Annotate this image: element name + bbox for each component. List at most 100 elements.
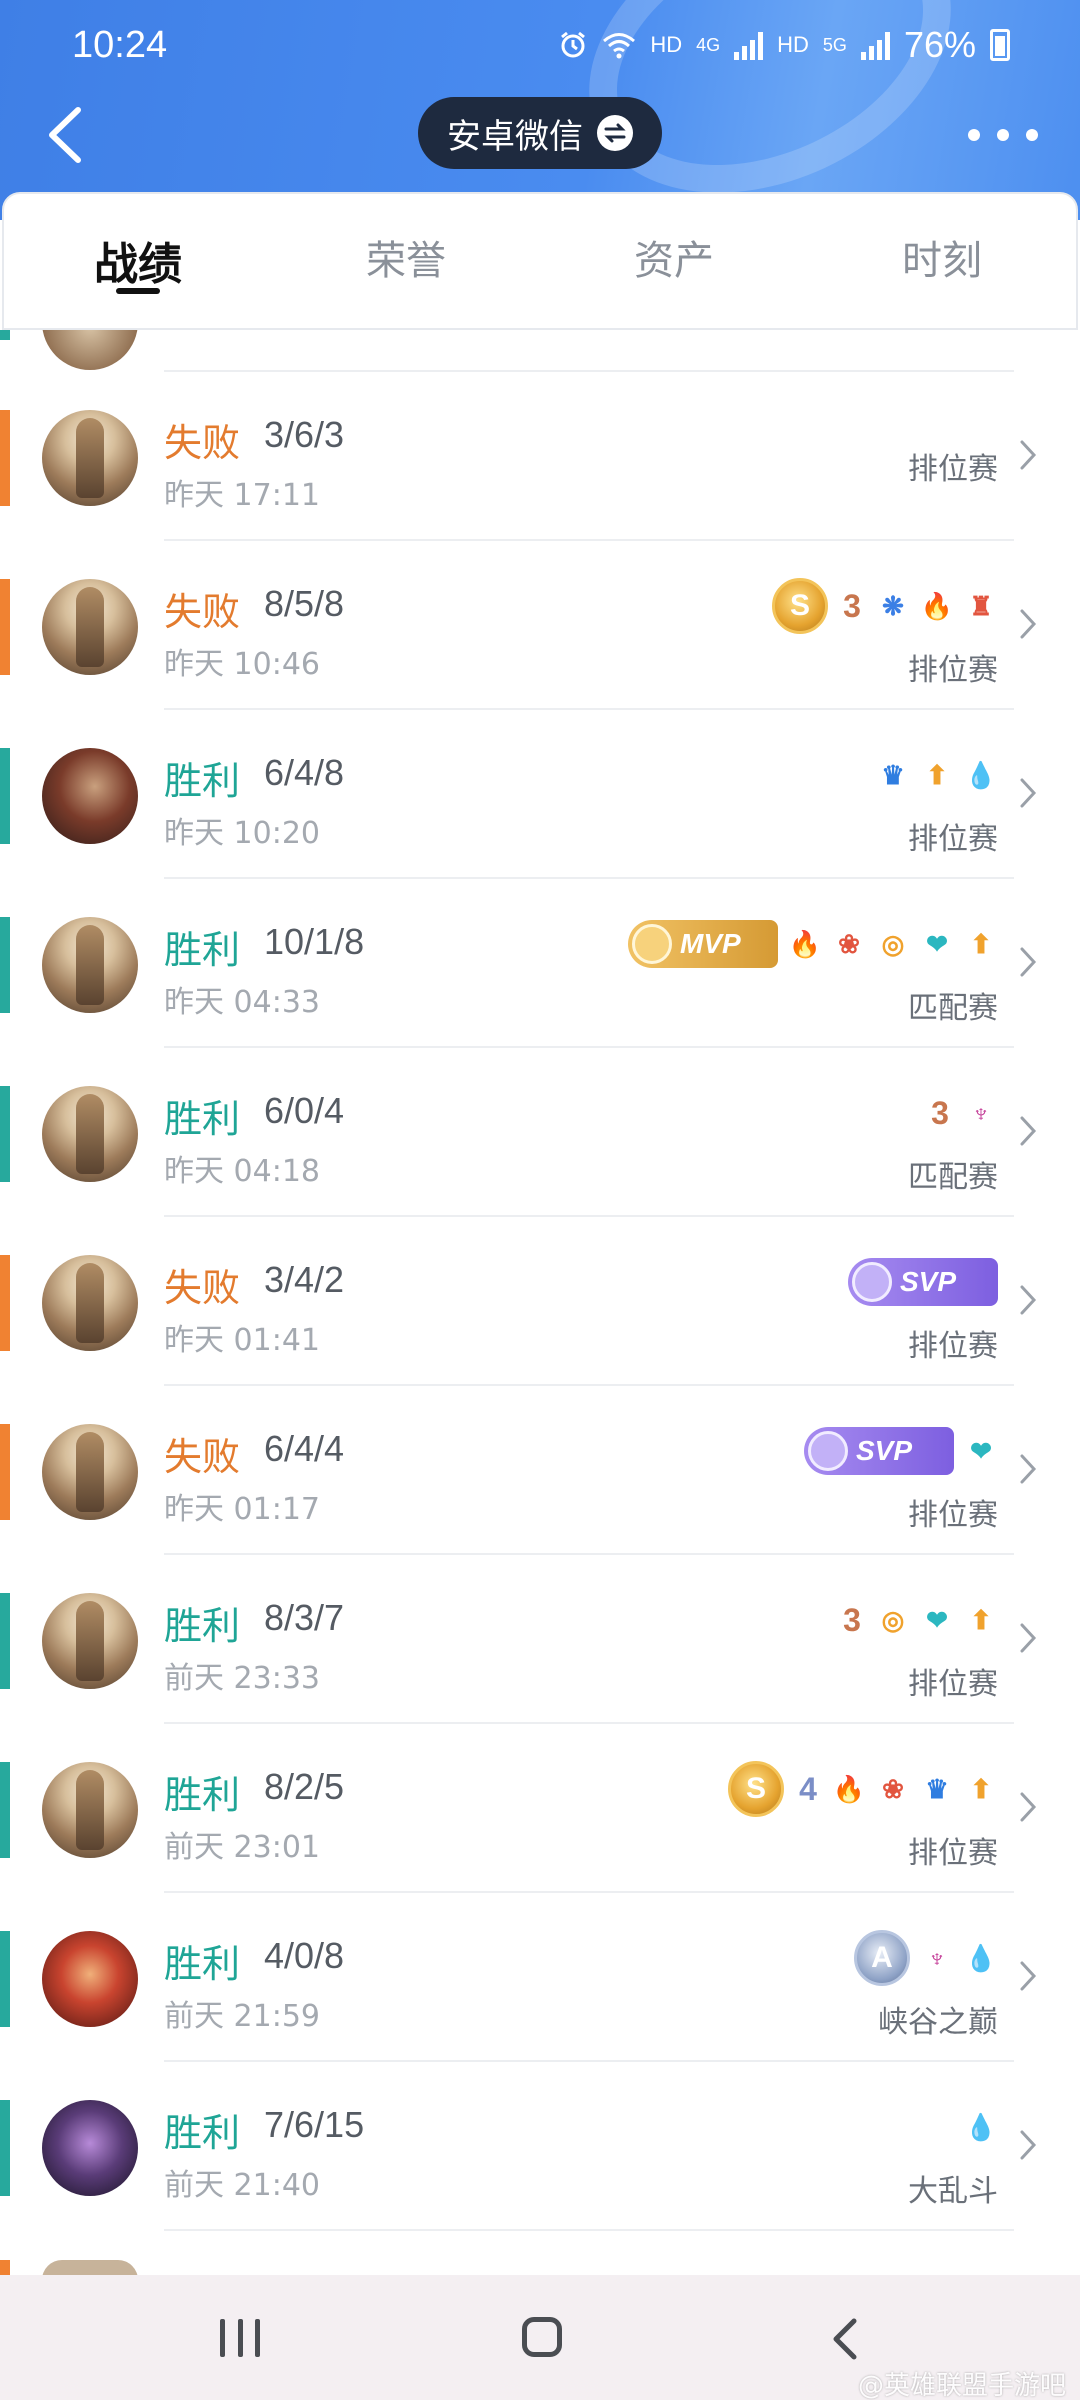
achievement-badges: S 4 🔥 ❀ ♛ ⬆	[728, 1761, 998, 1817]
gold-up-icon: ⬆	[970, 1604, 992, 1635]
chevron-right-icon	[1020, 440, 1037, 470]
match-row[interactable]: 胜利 7/6/15 前天 21:40 大乱斗 💧	[0, 2062, 1080, 2231]
list-item-partial	[0, 2260, 1080, 2275]
match-kda: 6/4/4	[264, 1428, 345, 1469]
app-header: 10:24 HD 4G HD 5G 76% 安卓微信	[0, 0, 1080, 220]
match-result: 胜利	[164, 1942, 241, 1986]
match-result: 胜利	[164, 1097, 241, 1141]
heal-icon: ❤	[970, 1435, 992, 1466]
match-row[interactable]: 胜利 8/2/5 前天 23:01 排位赛 S 4 🔥 ❀ ♛ ⬆	[0, 1724, 1080, 1893]
match-time: 昨天 17:11	[164, 478, 320, 513]
match-result: 胜利	[164, 1604, 241, 1648]
gold-up-icon: ⬆	[970, 1773, 992, 1804]
match-mode: 大乱斗	[908, 2174, 998, 2209]
result-indicator-bar	[0, 1931, 10, 2027]
chevron-right-icon	[1020, 778, 1037, 808]
multi-kill-badge: 4	[799, 1770, 817, 1807]
multi-kill-badge: 3	[843, 1601, 861, 1638]
result-indicator-bar	[0, 1255, 10, 1351]
back-arrow-icon[interactable]	[36, 100, 96, 170]
match-result: 失败	[164, 1435, 241, 1479]
network-label-2: HD	[777, 32, 809, 57]
heal-icon: ❤	[926, 1604, 948, 1635]
match-row[interactable]: 胜利 4/0/8 前天 21:59 峡谷之巅 A ♆ 💧	[0, 1893, 1080, 2062]
achievement-badges: 💧	[964, 2102, 998, 2152]
hero-avatar	[42, 917, 138, 1013]
account-switch-button[interactable]: 安卓微信	[418, 97, 662, 169]
back-icon[interactable]	[826, 2315, 866, 2363]
match-kda: 8/2/5	[264, 1766, 345, 1807]
chevron-right-icon	[1020, 609, 1037, 639]
svp-badge: SVP	[848, 1258, 998, 1306]
gold-up-icon: ⬆	[970, 928, 992, 959]
watermark: @英雄联盟手游吧	[857, 2371, 1066, 2400]
network-label-1: HD	[650, 32, 683, 57]
match-result: 失败	[164, 1266, 241, 1310]
achievement-badges: A ♆ 💧	[854, 1930, 998, 1986]
hero-avatar	[42, 1424, 138, 1520]
mvp-badge: MVP	[628, 920, 778, 968]
tab-assets[interactable]: 资产	[540, 194, 808, 328]
match-kda: 10/1/8	[264, 921, 365, 962]
hero-avatar	[42, 748, 138, 844]
result-indicator-bar	[0, 1424, 10, 1520]
match-mode: 排位赛	[908, 452, 998, 487]
match-mode: 排位赛	[908, 1329, 998, 1364]
badge-text: SVP	[856, 1435, 913, 1466]
grade-s-badge: S	[728, 1761, 784, 1817]
status-icons: HD 4G HD 5G 76%	[558, 24, 1010, 66]
lotus-icon: ❀	[838, 928, 860, 959]
emblem-icon	[632, 924, 672, 964]
match-kda: 6/0/4	[264, 1090, 345, 1131]
alarm-icon	[561, 31, 586, 58]
badge-text: SVP	[900, 1266, 957, 1297]
match-result: 胜利	[164, 2111, 241, 2155]
wifi-icon	[603, 33, 636, 59]
match-row[interactable]: 胜利 10/1/8 昨天 04:33 匹配赛 MVP 🔥 ❀ ◎ ❤ ⬆	[0, 879, 1080, 1048]
match-mode: 排位赛	[908, 653, 998, 688]
hero-avatar	[42, 1762, 138, 1858]
achievement-badges: ♛ ⬆ 💧	[876, 750, 998, 800]
emblem-icon	[808, 1431, 848, 1471]
match-kda: 4/0/8	[264, 1935, 345, 1976]
tab-honor[interactable]: 荣誉	[272, 194, 540, 328]
match-row[interactable]: 失败 6/4/4 昨天 01:17 排位赛 SVP ❤	[0, 1386, 1080, 1555]
multi-kill-badge: 3	[843, 587, 861, 624]
match-row[interactable]: 失败 3/6/3 昨天 17:11 排位赛	[0, 372, 1080, 541]
match-row[interactable]: 失败 3/4/2 昨天 01:41 排位赛 SVP	[0, 1217, 1080, 1386]
home-icon[interactable]	[522, 2317, 562, 2357]
tab-record[interactable]: 战绩	[4, 194, 272, 328]
match-kda: 8/5/8	[264, 583, 345, 624]
match-result: 胜利	[164, 928, 241, 972]
lotus-icon: ❀	[882, 1773, 904, 1804]
match-row[interactable]: 失败 8/5/8 昨天 10:46 排位赛 S 3 ❋ 🔥 ♜	[0, 541, 1080, 710]
match-result: 胜利	[164, 759, 241, 803]
match-time: 前天 23:33	[164, 1661, 320, 1696]
match-row[interactable]: 胜利 6/4/8 昨天 10:20 排位赛 ♛ ⬆ 💧	[0, 710, 1080, 879]
tab-moments[interactable]: 时刻	[808, 194, 1076, 328]
coin-icon: ◎	[881, 1604, 905, 1635]
match-mode: 排位赛	[908, 1667, 998, 1702]
hero-avatar	[42, 1255, 138, 1351]
match-time: 前天 21:59	[164, 1999, 320, 2034]
match-result: 失败	[164, 421, 241, 465]
fire-icon: 🔥	[832, 1773, 866, 1804]
match-list[interactable]: 失败 3/6/3 昨天 17:11 排位赛 失败 8/5/8 昨天 10:46 排位赛 S 3 ❋ 🔥…	[0, 330, 1080, 2275]
match-kda: 7/6/15	[264, 2104, 365, 2145]
more-dots-icon[interactable]	[968, 110, 1038, 160]
first-blood-icon: 💧	[964, 1942, 998, 1973]
first-blood-icon: 💧	[964, 2111, 998, 2142]
badge-text: MVP	[680, 928, 741, 959]
list-item-partial	[0, 330, 1080, 372]
match-row[interactable]: 胜利 8/3/7 前天 23:33 排位赛 3 ◎ ❤ ⬆	[0, 1555, 1080, 1724]
system-nav-bar: @英雄联盟手游吧	[0, 2275, 1080, 2400]
hero-avatar	[42, 2100, 138, 2196]
match-row[interactable]: 胜利 6/0/4 昨天 04:18 匹配赛 3 ♆	[0, 1048, 1080, 1217]
grade-s-badge: S	[772, 578, 828, 634]
network-gen-2: 5G	[822, 34, 847, 55]
chevron-right-icon	[1020, 1285, 1037, 1315]
recent-apps-icon[interactable]	[220, 2319, 260, 2357]
row-divider	[164, 2229, 1014, 2231]
svp-badge: SVP	[804, 1427, 954, 1475]
heal-icon: ❤	[926, 928, 948, 959]
